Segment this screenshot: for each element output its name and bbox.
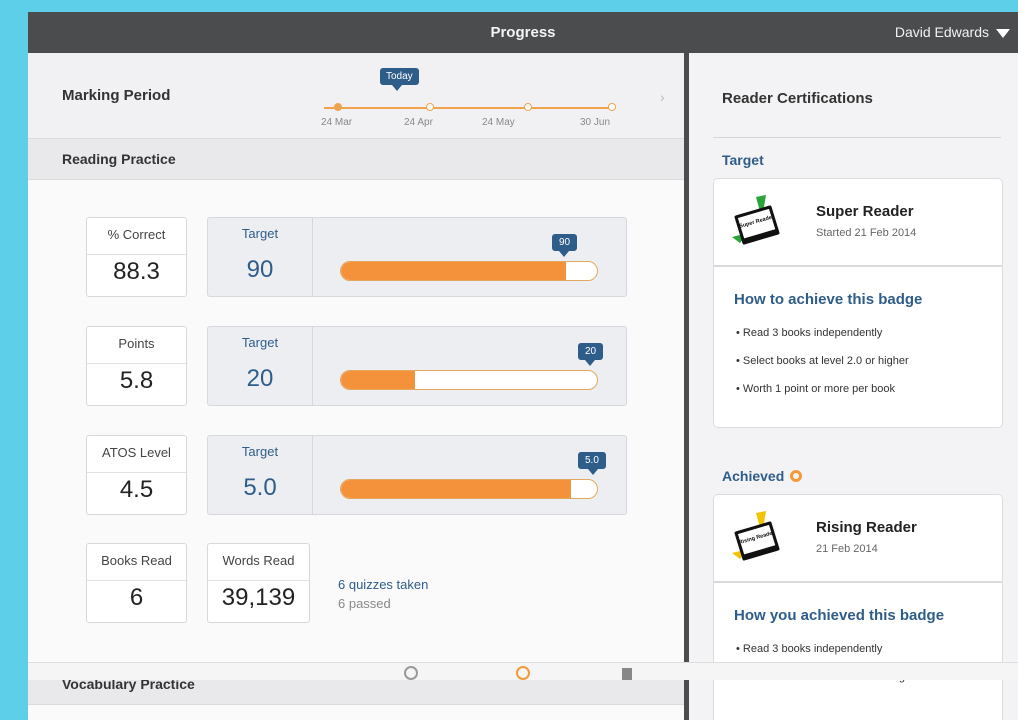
percent-correct-box: % Correct 88.3 (86, 217, 187, 297)
words-read-value: 39,139 (221, 584, 296, 611)
target-flag: 5.0 (578, 452, 606, 475)
progress-fill (341, 480, 572, 498)
quizzes-taken-link[interactable]: 6 quizzes taken (338, 577, 428, 592)
achieved-icon (790, 470, 803, 482)
marking-period-timeline[interactable]: Today 24 Mar 24 Apr 24 May 30 Jun (318, 63, 628, 133)
target-cell: Target 20 (208, 327, 313, 405)
how-achieved-title: How you achieved this badge (734, 607, 945, 624)
left-pane: Marking Period Today 24 Mar 24 Apr 24 Ma… (28, 53, 684, 720)
right-pane: Reader Certifications Target Super Reade… (689, 53, 1018, 720)
search-icon[interactable] (404, 666, 418, 680)
badge-requirement: • Read 3 books independently (736, 643, 883, 655)
progress-fill (341, 371, 416, 389)
badge-requirement: • Worth 1 point or more per book (736, 383, 895, 395)
metric-label: Points (87, 327, 186, 364)
progress-bar (340, 261, 598, 281)
badge-name: Rising Reader (816, 519, 917, 536)
words-read-box: Words Read 39,139 (207, 543, 310, 623)
reader-certifications-title: Reader Certifications (722, 90, 873, 107)
badge-date: Started 21 Feb 2014 (816, 227, 917, 239)
today-marker: Today (380, 68, 419, 91)
chevron-right-icon[interactable]: › (660, 89, 665, 105)
target-flag: 20 (578, 343, 604, 366)
timeline-date: 24 May (482, 117, 515, 128)
words-read-label: Words Read (208, 544, 309, 581)
metric-label: ATOS Level (87, 436, 186, 473)
timeline-dot (524, 103, 532, 111)
timeline-line (324, 107, 612, 109)
progress-icon[interactable] (516, 666, 530, 680)
marking-period-label: Marking Period (62, 87, 171, 104)
rising-reader-badge-icon: Rising Reader (732, 511, 780, 561)
points-target: Target 20 20 (207, 326, 627, 406)
target-value: 90 (246, 256, 274, 283)
target-value: 5.0 (243, 474, 277, 501)
metric-value: 4.5 (119, 476, 154, 503)
badge-date: 21 Feb 2014 (816, 543, 878, 555)
marking-period-row: Marking Period Today 24 Mar 24 Apr 24 Ma… (28, 53, 684, 139)
atos-level-target: Target 5.0 5.0 (207, 435, 627, 515)
quizzes-passed: 6 passed (338, 596, 391, 611)
points-box: Points 5.8 (86, 326, 187, 406)
timeline-dot (334, 103, 342, 111)
quiz-summary: 6 quizzes taken 6 passed (338, 577, 428, 611)
reading-practice-title: Reading Practice (62, 151, 176, 167)
progress-fill (341, 262, 567, 280)
badge-requirement: • Read 3 books independently (736, 327, 883, 339)
reading-practice-header: Reading Practice (28, 139, 684, 180)
page-title: Progress (490, 24, 556, 41)
timeline-date: 24 Mar (321, 117, 353, 128)
target-label: Target (241, 335, 279, 350)
target-flag: 90 (552, 234, 578, 257)
progress-bar (340, 479, 598, 499)
timeline-date: 24 Apr (404, 117, 433, 128)
timeline-dot (608, 103, 616, 111)
divider (713, 137, 1001, 138)
app-frame: Progress David Edwards Marking Period To… (28, 12, 1018, 720)
target-label: Target (241, 444, 279, 459)
badge-header: Rising Reader Rising Reader 21 Feb 2014 (714, 495, 1002, 583)
books-read-value: 6 (129, 584, 144, 611)
badge-header: Super Reader Super Reader Started 21 Feb… (714, 179, 1002, 267)
user-menu[interactable]: David Edwards (895, 12, 1010, 53)
target-badge-card[interactable]: Super Reader Super Reader Started 21 Feb… (713, 178, 1003, 428)
timeline-dot (426, 103, 434, 111)
percent-correct-target: Target 90 90 (207, 217, 627, 297)
target-cell: Target 5.0 (208, 436, 313, 514)
achieved-badge-card[interactable]: Rising Reader Rising Reader 21 Feb 2014 … (713, 494, 1003, 720)
top-bar: Progress David Edwards (28, 12, 1018, 53)
target-value: 20 (246, 365, 274, 392)
badge-name: Super Reader (816, 203, 914, 220)
books-read-label: Books Read (87, 544, 186, 581)
metric-value: 88.3 (113, 258, 160, 285)
target-heading: Target (722, 152, 764, 168)
how-to-achieve-title: How to achieve this badge (734, 291, 923, 308)
bottom-tab-bar (28, 662, 1018, 680)
atos-level-box: ATOS Level 4.5 (86, 435, 187, 515)
books-read-box: Books Read 6 (86, 543, 187, 623)
progress-bar (340, 370, 598, 390)
timeline-date: 30 Jun (580, 117, 611, 128)
target-label: Target (241, 226, 279, 241)
target-cell: Target 90 (208, 218, 313, 296)
chevron-down-icon (996, 28, 1010, 38)
achieved-heading: Achieved (722, 468, 803, 484)
library-icon[interactable] (622, 668, 632, 680)
super-reader-badge-icon: Super Reader (732, 195, 780, 245)
badge-requirement: • Select books at level 2.0 or higher (736, 355, 909, 367)
metric-value: 5.8 (119, 367, 154, 394)
metric-label: % Correct (87, 218, 186, 255)
user-name: David Edwards (894, 24, 989, 40)
